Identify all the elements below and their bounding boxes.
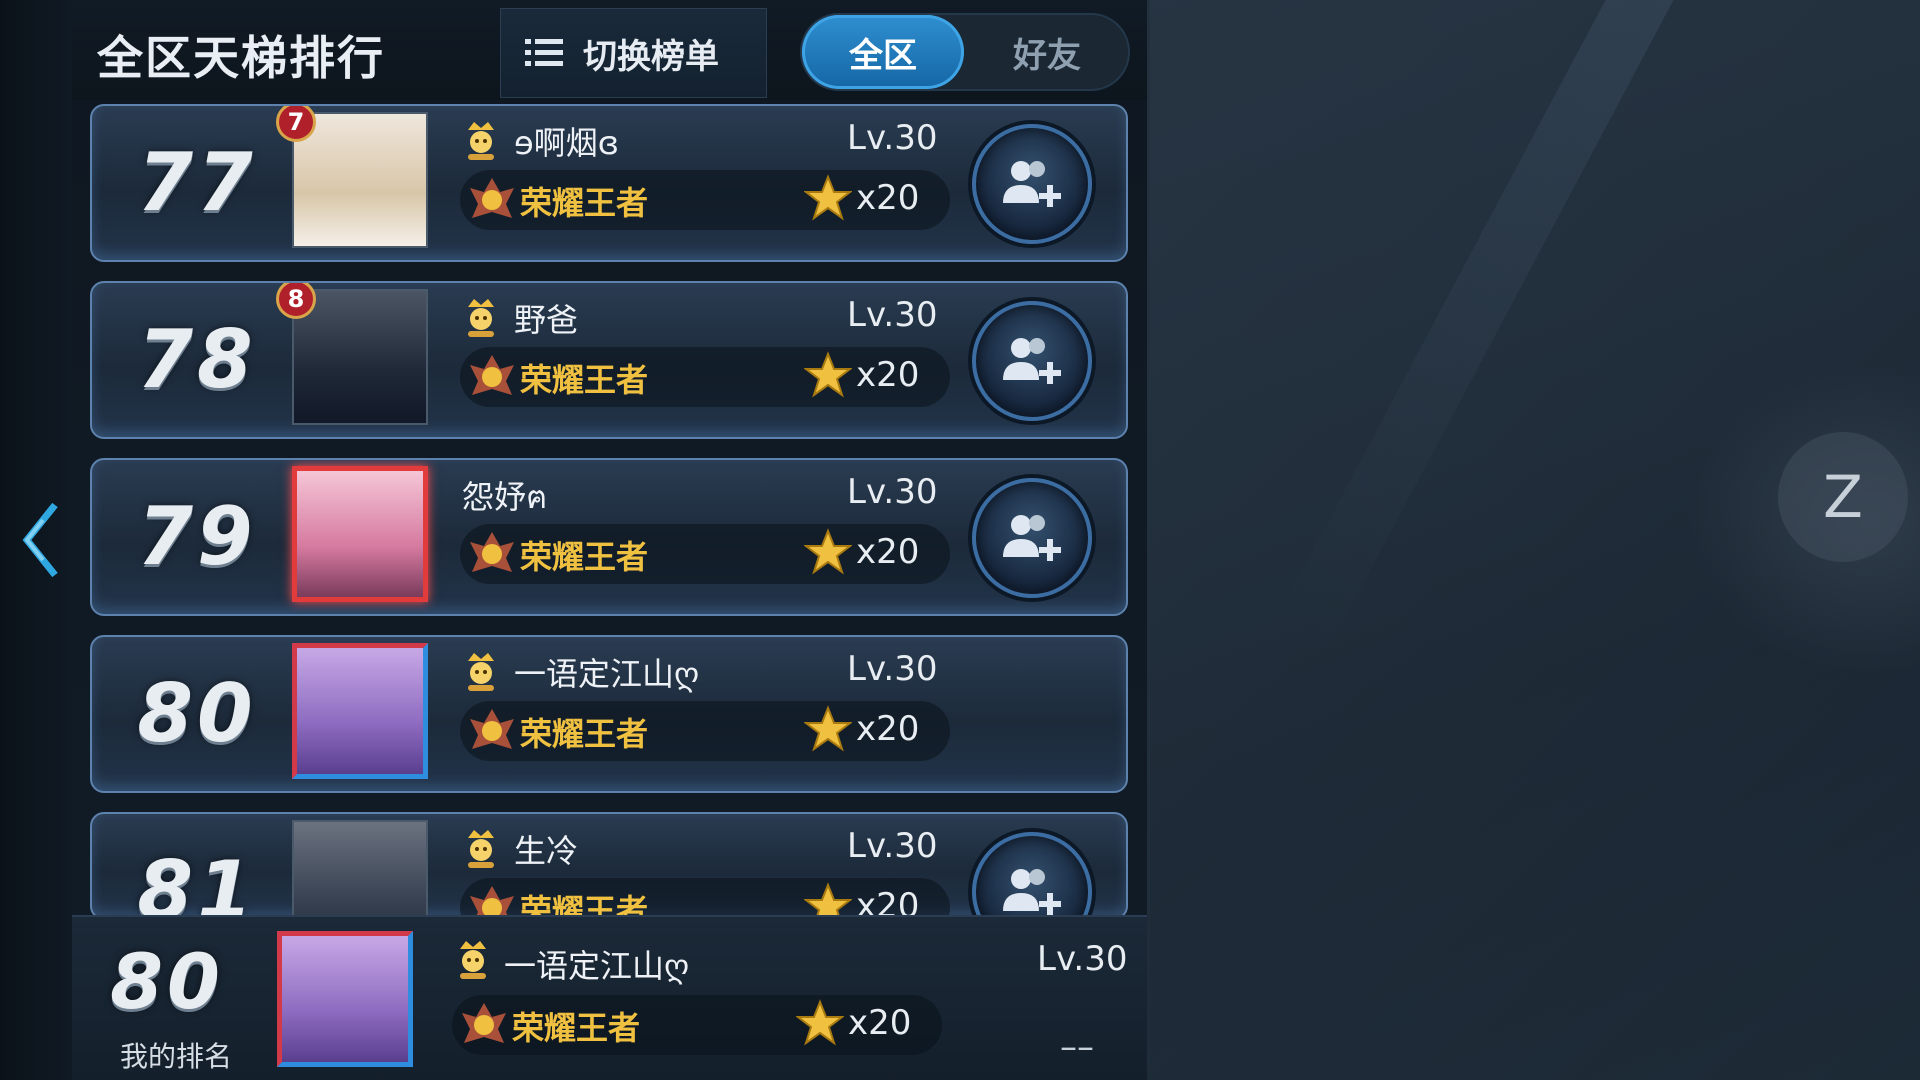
switch-board-button[interactable]: 切换榜单	[500, 8, 767, 98]
scope-tabs: 全区 好友	[800, 13, 1130, 91]
add-friend-icon	[1003, 338, 1061, 384]
leaderboard-row[interactable]: 77 7 ɘ啊烟ɞ Lv.30 荣耀王者 x20	[90, 104, 1128, 262]
player-level: Lv.30	[847, 118, 938, 158]
my-rank-number: 80	[110, 937, 224, 1026]
page-title: 全区天梯排行	[97, 31, 385, 85]
player-name: 生冷	[514, 832, 579, 870]
tier-name: 荣耀王者	[520, 184, 649, 222]
player-level: Lv.30	[847, 472, 938, 512]
leaderboard-header: 全区天梯排行 切换榜单 全区 好友	[72, 0, 1147, 100]
tab-friends[interactable]: 好友	[966, 15, 1128, 89]
add-friend-button[interactable]	[972, 832, 1092, 918]
star-icon	[796, 999, 844, 1046]
z-button[interactable]: Z	[1778, 432, 1908, 562]
my-tier-bar: 荣耀王者 x20	[452, 995, 942, 1055]
player-level: Lv.30	[847, 826, 938, 866]
star-count: x20	[856, 355, 920, 395]
player-avatar[interactable]	[292, 466, 428, 602]
list-icon	[525, 39, 563, 66]
player-name: 怨妤ฅ	[462, 478, 548, 516]
my-rank-label: 我的排名	[120, 1040, 233, 1073]
tier-bar: 荣耀王者 x20	[460, 524, 950, 584]
add-friend-icon	[1003, 515, 1061, 561]
player-avatar[interactable]	[292, 643, 428, 779]
king-icon	[468, 830, 494, 868]
my-star-count: x20	[848, 1003, 912, 1043]
king-icon	[468, 653, 494, 691]
rank-number: 81	[137, 844, 257, 920]
add-friend-button[interactable]	[972, 478, 1092, 598]
star-icon	[804, 351, 852, 398]
rank-number: 79	[137, 490, 257, 583]
my-player-name: 一语定江山ღ	[504, 947, 690, 985]
player-level: Lv.30	[847, 649, 938, 689]
king-icon	[468, 299, 494, 337]
add-friend-icon	[1003, 869, 1061, 915]
star-icon	[804, 705, 852, 752]
tier-crest-icon	[462, 1003, 506, 1043]
star-icon	[804, 528, 852, 575]
star-count: x20	[856, 178, 920, 218]
switch-board-label: 切换榜单	[583, 36, 719, 77]
add-friend-button[interactable]	[972, 301, 1092, 421]
leaderboard-row[interactable]: 81 生冷 Lv.30 荣耀王者 x20	[90, 812, 1128, 920]
player-name: 野爸	[514, 301, 579, 339]
back-arrow-icon[interactable]	[10, 490, 70, 590]
rank-number: 80	[137, 667, 257, 760]
tier-name: 荣耀王者	[520, 538, 649, 576]
tier-bar: 荣耀王者 x20	[460, 878, 950, 918]
leaderboard-row[interactable]: 78 8 野爸 Lv.30 荣耀王者 x20	[90, 281, 1128, 439]
my-tier-name: 荣耀王者	[512, 1009, 641, 1047]
player-name: ɘ啊烟ɞ	[514, 124, 619, 162]
tier-crest-icon	[470, 178, 514, 218]
king-icon	[460, 941, 486, 979]
king-icon	[468, 122, 494, 160]
player-avatar[interactable]	[292, 820, 428, 918]
my-rank-bar: 80 我的排名 一语定江山ღ Lv.30 荣耀王者 x20 ––	[72, 915, 1147, 1080]
star-icon	[804, 174, 852, 221]
my-player-level: Lv.30	[1037, 939, 1128, 979]
player-name: 一语定江山ღ	[514, 655, 700, 693]
leaderboard-row[interactable]: 80 一语定江山ღ Lv.30 荣耀王者 x20	[90, 635, 1128, 793]
add-friend-button[interactable]	[972, 124, 1092, 244]
add-friend-icon	[1003, 161, 1061, 207]
rank-number: 78	[137, 313, 257, 406]
star-count: x20	[856, 709, 920, 749]
player-level: Lv.30	[847, 295, 938, 335]
tier-crest-icon	[470, 355, 514, 395]
tier-bar: 荣耀王者 x20	[460, 347, 950, 407]
star-count: x20	[856, 532, 920, 572]
tier-name: 荣耀王者	[520, 715, 649, 753]
tier-bar: 荣耀王者 x20	[460, 170, 950, 230]
tier-bar: 荣耀王者 x20	[460, 701, 950, 761]
tier-crest-icon	[470, 709, 514, 749]
rank-number: 77	[137, 136, 257, 229]
my-extra-value: ––	[1060, 1027, 1094, 1067]
my-avatar[interactable]	[277, 931, 413, 1067]
tier-crest-icon	[470, 532, 514, 572]
leaderboard-row[interactable]: 79 怨妤ฅ Lv.30 荣耀王者 x20	[90, 458, 1128, 616]
tab-all-region[interactable]: 全区	[802, 15, 964, 89]
tier-name: 荣耀王者	[520, 361, 649, 399]
